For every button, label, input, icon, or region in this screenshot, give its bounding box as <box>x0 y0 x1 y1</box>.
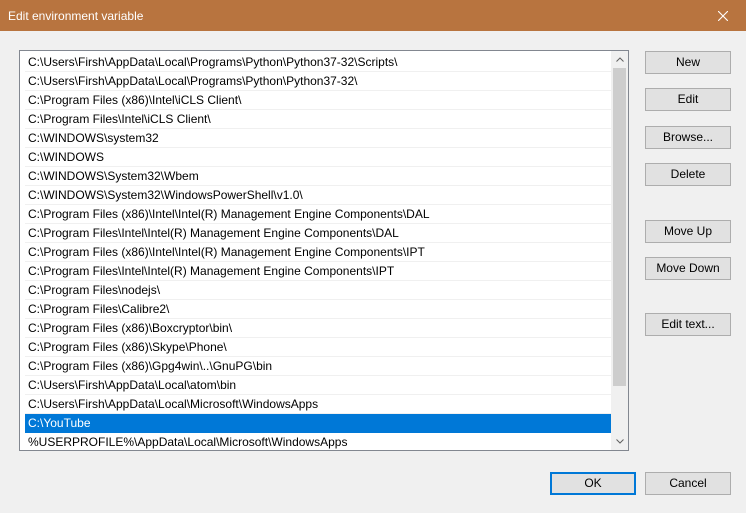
chevron-up-icon <box>615 57 624 62</box>
path-list-item[interactable]: C:\Program Files (x86)\Intel\iCLS Client… <box>25 91 612 110</box>
scroll-up-button[interactable] <box>611 51 628 68</box>
ok-button[interactable]: OK <box>550 472 636 495</box>
path-list-item[interactable]: C:\WINDOWS\System32\WindowsPowerShell\v1… <box>25 186 612 205</box>
path-list-item[interactable]: C:\Program Files (x86)\Intel\Intel(R) Ma… <box>25 243 612 262</box>
path-list-item[interactable]: C:\Program Files\Intel\iCLS Client\ <box>25 110 612 129</box>
new-button[interactable]: New <box>645 51 731 74</box>
path-list-item[interactable]: C:\Users\Firsh\AppData\Local\Programs\Py… <box>25 53 612 72</box>
close-button[interactable] <box>700 0 746 31</box>
path-list: C:\Users\Firsh\AppData\Local\Programs\Py… <box>20 51 612 450</box>
path-list-item[interactable]: C:\Program Files (x86)\Boxcryptor\bin\ <box>25 319 612 338</box>
move-up-button[interactable]: Move Up <box>645 220 731 243</box>
close-icon <box>718 10 728 21</box>
path-list-item[interactable]: C:\WINDOWS\System32\Wbem <box>25 167 612 186</box>
path-list-item[interactable]: C:\Program Files (x86)\Gpg4win\..\GnuPG\… <box>25 357 612 376</box>
scroll-down-button[interactable] <box>611 433 628 450</box>
chevron-down-icon <box>615 439 624 444</box>
cancel-button[interactable]: Cancel <box>645 472 731 495</box>
browse-button[interactable]: Browse... <box>645 126 731 149</box>
edit-button[interactable]: Edit <box>645 88 731 111</box>
window-title: Edit environment variable <box>8 9 144 23</box>
vertical-scrollbar[interactable] <box>611 51 628 450</box>
edit-text-button[interactable]: Edit text... <box>645 313 731 336</box>
path-list-item[interactable]: C:\Program Files (x86)\Skype\Phone\ <box>25 338 612 357</box>
path-list-item[interactable]: C:\WINDOWS\system32 <box>25 129 612 148</box>
path-list-item[interactable]: C:\YouTube <box>25 414 612 433</box>
move-down-button[interactable]: Move Down <box>645 257 731 280</box>
scroll-thumb[interactable] <box>613 68 626 386</box>
path-list-item[interactable]: C:\Users\Firsh\AppData\Local\atom\bin <box>25 376 612 395</box>
path-list-item[interactable]: C:\WINDOWS <box>25 148 612 167</box>
path-list-item[interactable]: C:\Users\Firsh\AppData\Local\Microsoft\W… <box>25 395 612 414</box>
path-list-item[interactable]: C:\Program Files\Intel\Intel(R) Manageme… <box>25 262 612 281</box>
path-list-item[interactable]: C:\Users\Firsh\AppData\Local\Programs\Py… <box>25 72 612 91</box>
path-list-item[interactable]: C:\Program Files\Calibre2\ <box>25 300 612 319</box>
path-listbox[interactable]: C:\Users\Firsh\AppData\Local\Programs\Py… <box>19 50 629 451</box>
title-bar: Edit environment variable <box>0 0 746 31</box>
path-list-item[interactable]: C:\Program Files\Intel\Intel(R) Manageme… <box>25 224 612 243</box>
path-list-item[interactable]: %USERPROFILE%\AppData\Local\Microsoft\Wi… <box>25 433 612 450</box>
delete-button[interactable]: Delete <box>645 163 731 186</box>
path-list-item[interactable]: C:\Program Files (x86)\Intel\Intel(R) Ma… <box>25 205 612 224</box>
path-list-item[interactable]: C:\Program Files\nodejs\ <box>25 281 612 300</box>
